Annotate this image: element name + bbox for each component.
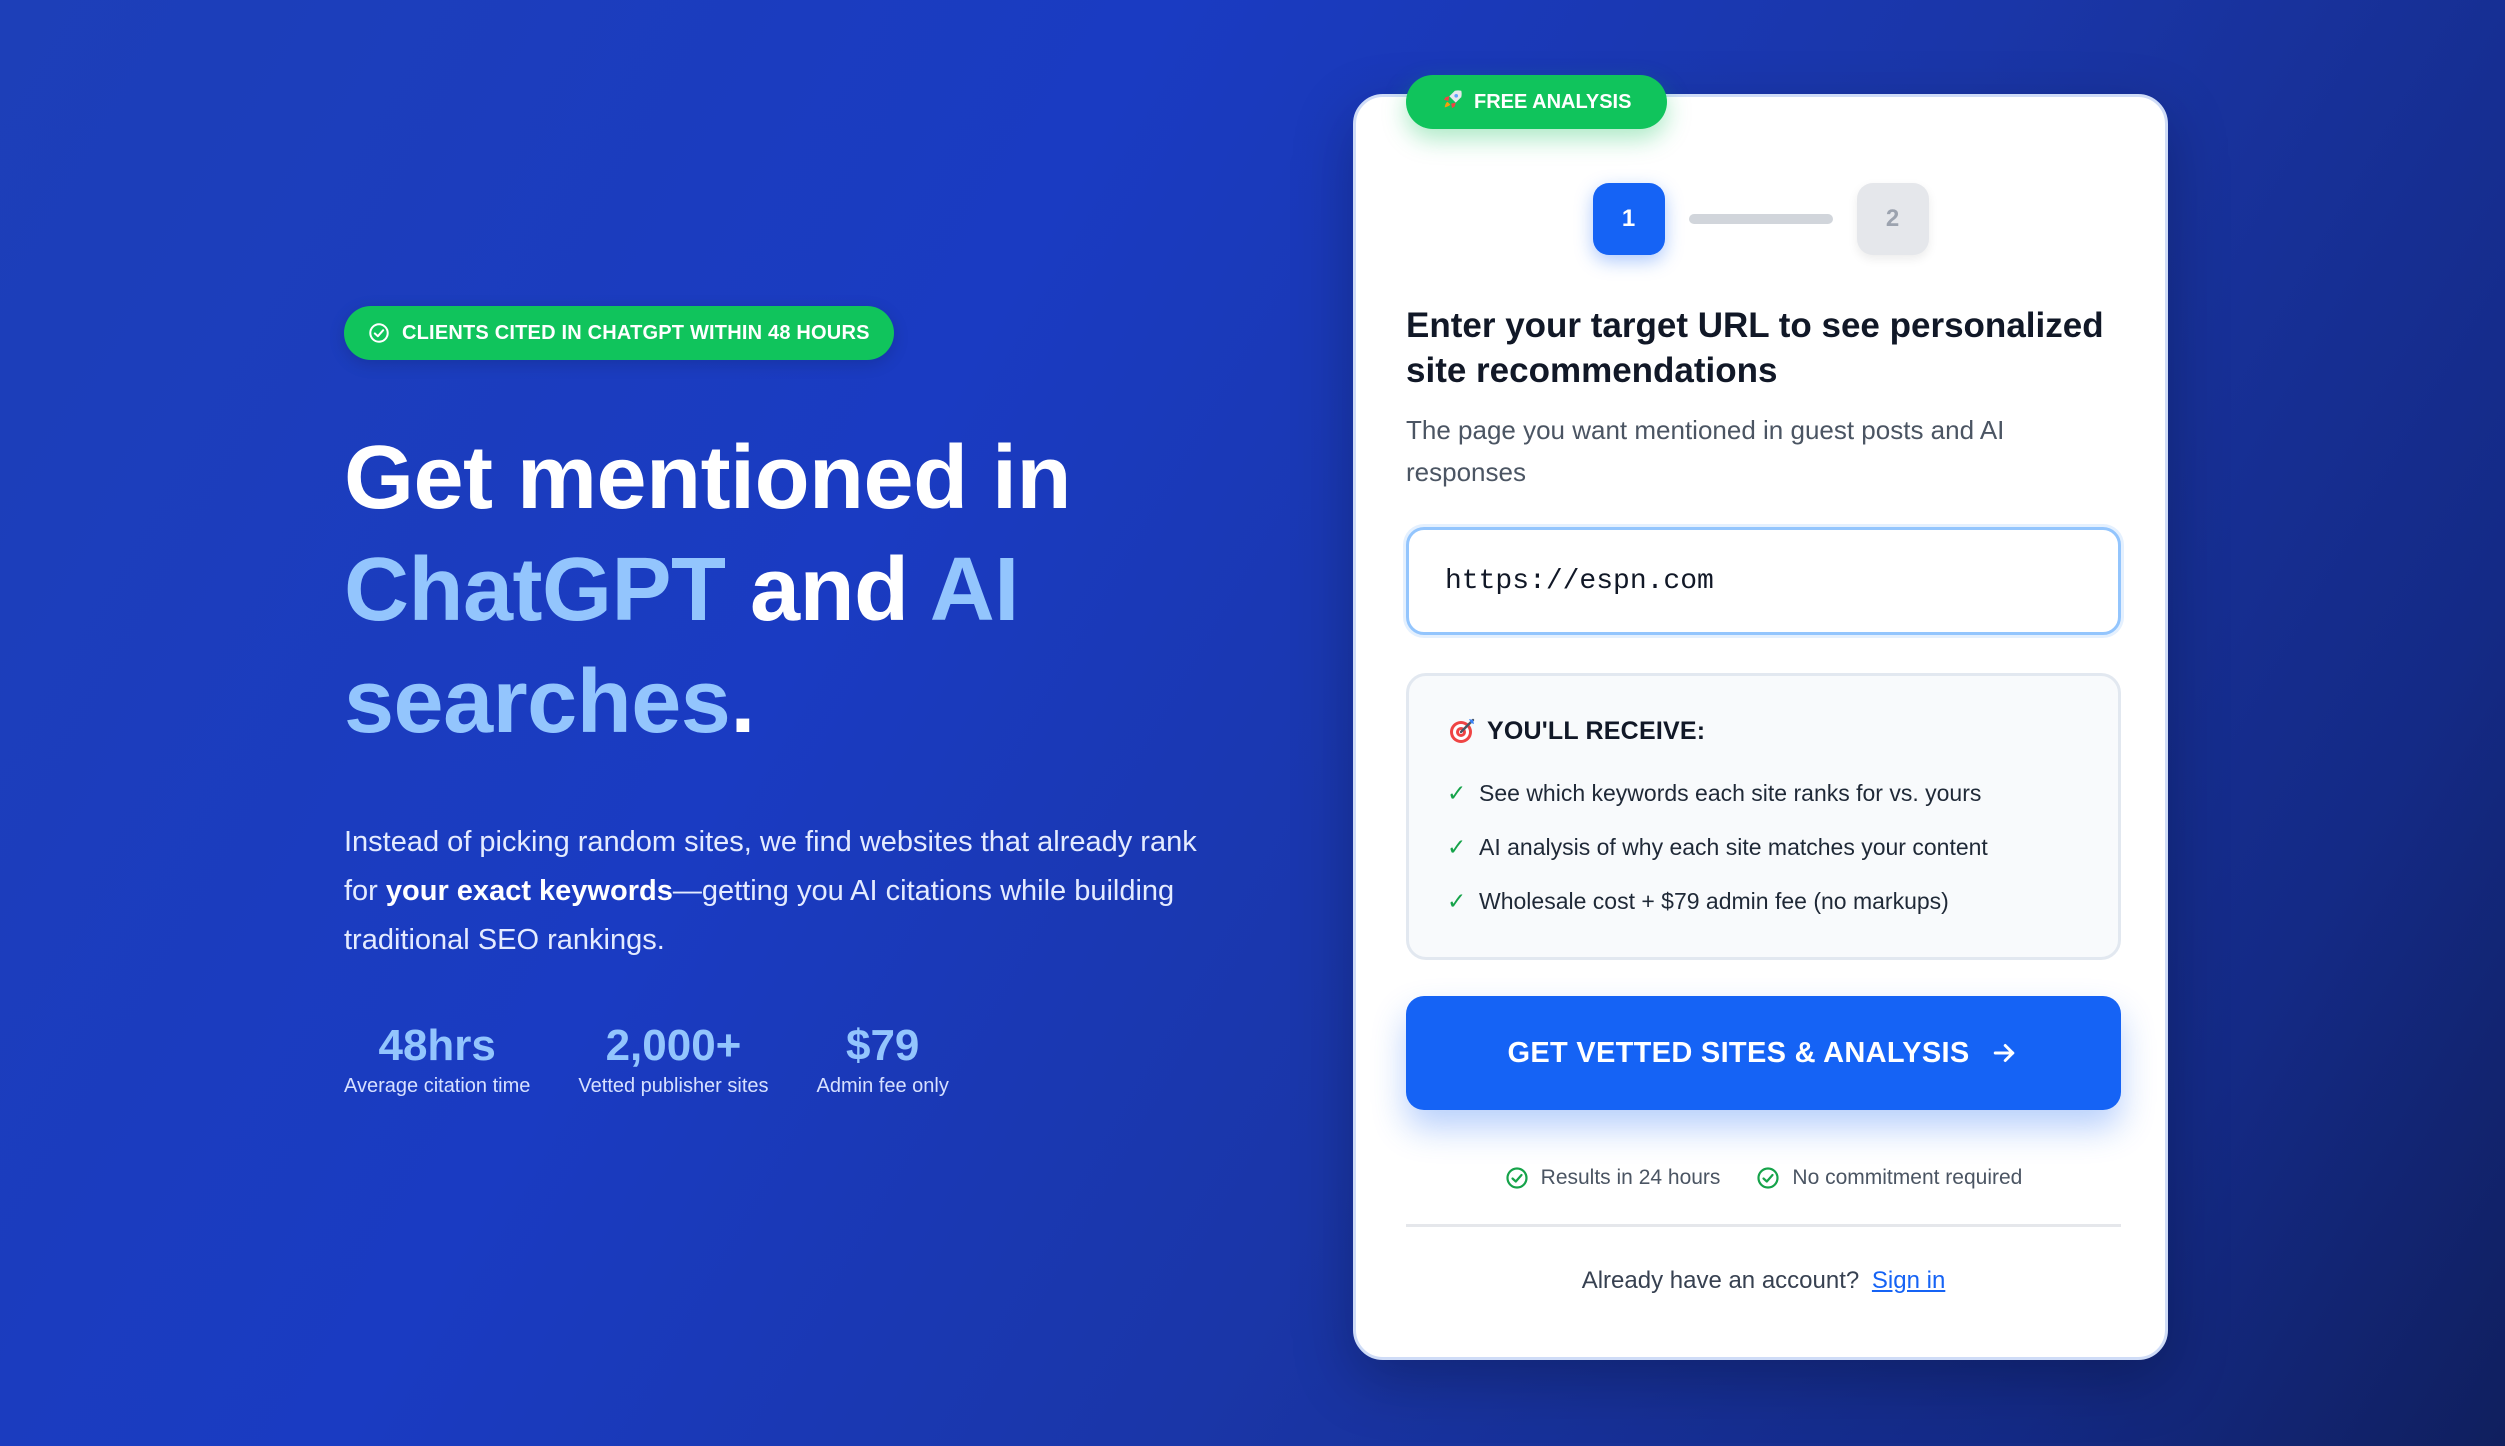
step-indicator: 1 2 [1356,183,2165,255]
stat-value: 2,000+ [605,1021,742,1070]
step-1: 1 [1592,183,1665,255]
card-title: Enter your target URL to see personalize… [1406,306,2104,390]
assurance-text: Results in 24 hours [1540,1166,1721,1189]
list-item-text: See which keywords each site ranks for v… [1479,780,1982,806]
hero-headline: Get mentioned in ChatGPT and AI searches… [344,422,1204,758]
free-analysis-badge: FREE ANALYSIS [1406,75,1668,129]
get-vetted-sites-button[interactable]: GET VETTED SITES & ANALYSIS [1406,996,2121,1110]
stat-value: 48hrs [378,1021,496,1070]
stat-label: Vetted publisher sites [578,1075,769,1097]
headline-part1: Get mentioned in [344,428,1072,528]
assurance-no-commitment: No commitment required [1756,1166,2022,1190]
target-icon [1447,716,1477,746]
target-url-input[interactable] [1406,527,2121,635]
hero-section: CLIENTS CITED IN CHATGPT WITHIN 48 HOURS… [344,306,1204,1098]
assurance-text: No commitment required [1792,1166,2023,1189]
check-circle-icon [1505,1166,1529,1190]
stat-admin-fee: $79 Admin fee only [817,1021,949,1098]
stat-label: Average citation time [344,1075,531,1097]
step-connector [1688,214,1833,224]
stat-label: Admin fee only [816,1075,949,1097]
cta-label: GET VETTED SITES & ANALYSIS [1507,1036,1970,1069]
receive-box: YOU'LL RECEIVE: ✓ See which keywords eac… [1406,673,2121,960]
card-description: The page you want mentioned in guest pos… [1406,415,2005,487]
check-icon: ✓ [1447,888,1467,914]
assurances-row: Results in 24 hours No commitment requir… [1406,1166,2121,1190]
divider [1406,1224,2121,1227]
headline-period: . [730,652,755,752]
sign-in-link[interactable]: Sign in [1872,1267,1945,1294]
card-content: Enter your target URL to see personalize… [1406,303,2121,1295]
free-analysis-label: FREE ANALYSIS [1474,90,1632,113]
signin-row: Already have an account? Sign in [1406,1267,2121,1295]
rocket-icon [1442,88,1464,116]
cited-badge: CLIENTS CITED IN CHATGPT WITHIN 48 HOURS [344,306,894,360]
receive-title: YOU'LL RECEIVE: [1487,716,1706,745]
list-item-text: AI analysis of why each site matches you… [1479,834,1988,860]
check-icon: ✓ [1447,780,1467,806]
headline-part2: and [725,540,930,640]
hero-subtext: Instead of picking random sites, we find… [344,818,1204,965]
receive-list: ✓ See which keywords each site ranks for… [1447,766,2080,928]
stat-value: $79 [845,1021,920,1070]
headline-highlight-searches: searches [344,652,731,752]
headline-highlight-ai: AI [929,540,1020,640]
cited-badge-label: CLIENTS CITED IN CHATGPT WITHIN 48 HOURS [402,321,870,344]
stat-publisher-sites: 2,000+ Vetted publisher sites [578,1021,768,1098]
analysis-card: FREE ANALYSIS 1 2 Enter your target URL … [1353,75,2168,1360]
receive-title-row: YOU'LL RECEIVE: [1447,716,2080,746]
stat-citation-time: 48hrs Average citation time [344,1021,530,1098]
check-circle-icon [368,322,390,344]
list-item-text: Wholesale cost + $79 admin fee (no marku… [1479,888,1949,914]
check-icon: ✓ [1447,834,1467,860]
signin-prompt: Already have an account? [1581,1267,1860,1294]
list-item: ✓ Wholesale cost + $79 admin fee (no mar… [1447,874,2080,928]
step-2: 2 [1856,183,1929,255]
list-item: ✓ See which keywords each site ranks for… [1447,766,2080,820]
check-circle-icon [1756,1166,1780,1190]
headline-highlight-chatgpt: ChatGPT [344,540,726,640]
assurance-results: Results in 24 hours [1505,1166,1721,1190]
list-item: ✓ AI analysis of why each site matches y… [1447,820,2080,874]
arrow-right-icon [1989,1038,2019,1068]
subtext-bold: your exact keywords [385,875,673,907]
stats-row: 48hrs Average citation time 2,000+ Vette… [344,1021,1204,1098]
